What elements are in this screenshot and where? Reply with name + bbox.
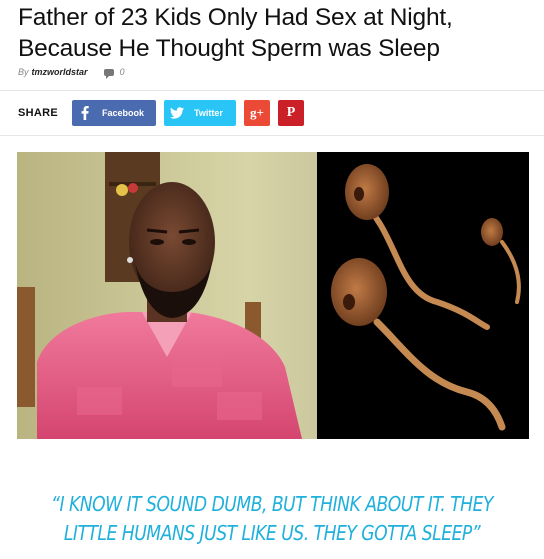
hero-illustration [17,152,529,439]
facebook-share-button[interactable]: Facebook [72,100,156,126]
divider-top [0,90,544,91]
share-bar: SHARE Facebook Twitter g+ P [18,99,312,127]
facebook-share-label: Facebook [102,108,145,118]
share-label: SHARE [18,107,59,119]
pinterest-icon: P [286,105,296,120]
pinterest-share-button[interactable]: P [278,100,304,126]
article-title-line1: Father of 23 Kids Only Had Sex at Night, [18,4,453,31]
facebook-icon [72,100,98,126]
article-title-line2: Because He Thought Sperm was Sleep [18,35,440,62]
article-title: Father of 23 Kids Only Had Sex at Night,… [18,2,538,64]
googleplus-share-button[interactable]: g+ [244,100,270,126]
twitter-share-label: Twitter [194,108,223,118]
comment-count-link[interactable]: 0 [103,67,125,79]
divider-bottom [0,135,544,136]
pull-quote: “I KNOW IT SOUND DUMB, BUT THINK ABOUT I… [38,490,506,548]
pull-quote-line1: “I KNOW IT SOUND DUMB, BUT THINK ABOUT I… [51,492,493,516]
author-link[interactable]: tmzworldstar [32,67,88,77]
pull-quote-line2: LITTLE HUMANS JUST LIKE US. THEY GOTTA S… [63,521,481,545]
comment-count: 0 [119,67,125,77]
comment-icon [103,68,114,79]
googleplus-icon: g+ [250,105,264,120]
byline-prefix: By [18,67,29,77]
article-meta: By tmzworldstar 0 [18,67,125,79]
twitter-icon [164,100,190,126]
twitter-share-button[interactable]: Twitter [164,100,236,126]
article-hero-image [17,152,529,439]
